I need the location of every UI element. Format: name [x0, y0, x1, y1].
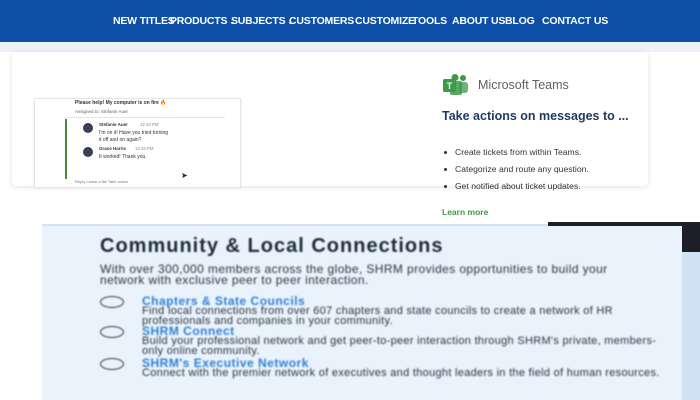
list-item: Create tickets from within Teams.	[444, 147, 589, 164]
message-text: it off and on again?	[99, 137, 142, 143]
community-intro: With over 300,000 members across the glo…	[100, 262, 608, 287]
learn-more-link[interactable]: Learn more	[442, 207, 488, 217]
community-item-desc: Connect with the premier network of exec…	[142, 367, 660, 379]
nav-tools[interactable]: TOOLS	[412, 0, 447, 42]
nav-label: CUSTOMIZE	[355, 15, 415, 27]
community-item-desc: Build your professional network and get …	[142, 335, 657, 357]
nav-blog[interactable]: BLOG	[505, 0, 535, 42]
check-circle-icon	[100, 358, 124, 370]
community-section: Community & Local Connections With over …	[42, 226, 682, 400]
message-text: It worked! Thank you.	[99, 154, 147, 160]
message-author: Stefanie Auer	[99, 122, 128, 127]
community-item-desc: Find local connections from over 607 cha…	[142, 305, 613, 327]
message-author: Grace Harris	[99, 146, 127, 151]
nav-customers[interactable]: CUSTOMERS ⌄	[289, 0, 362, 42]
teams-feature-list: Create tickets from within Teams. Catego…	[444, 147, 589, 198]
cursor-icon: ➤	[181, 171, 188, 180]
nav-new-titles[interactable]: NEW TITLES	[113, 0, 175, 42]
teams-heading: Take actions on messages to ...	[442, 109, 629, 123]
divider	[65, 117, 225, 118]
avatar	[83, 123, 93, 133]
message-time: 12:33 PM	[140, 122, 159, 127]
nav-label: CONTACT US	[542, 15, 609, 27]
nav-spacer	[0, 42, 700, 52]
nav-subjects[interactable]: SUBJECTS ⌄	[231, 0, 293, 42]
teams-chat-screenshot: Please help! My computer is on fire 🔥 As…	[34, 98, 241, 187]
message-time: 12:33 PM	[135, 146, 154, 151]
teams-brand-name: Microsoft Teams	[478, 78, 569, 92]
check-circle-icon	[100, 296, 124, 308]
nav-label: ABOUT US	[452, 15, 506, 27]
list-item: Get notified about ticket updates.	[444, 181, 589, 198]
message-text: I'm on it! Have you tried turning	[99, 130, 169, 136]
microsoft-teams-icon: T	[443, 74, 468, 95]
nav-label: BLOG	[505, 15, 535, 27]
message-actions: Reply Leave a file Take action	[75, 179, 129, 184]
nav-label: PRODUCTS	[170, 15, 228, 27]
community-title: Community & Local Connections	[100, 235, 444, 257]
nav-label: TOOLS	[412, 15, 447, 27]
nav-label: CUSTOMERS	[289, 15, 355, 27]
list-item: Categorize and route any question.	[444, 164, 589, 181]
nav-label: SUBJECTS	[231, 15, 286, 27]
avatar	[83, 147, 93, 157]
top-nav: NEW TITLES PRODUCTS ⌄ SUBJECTS ⌄ CUSTOMERS…	[0, 0, 700, 42]
chat-title: Please help! My computer is on fire 🔥	[75, 100, 167, 106]
nav-products[interactable]: PRODUCTS ⌄	[170, 0, 235, 42]
nav-about-us[interactable]: ABOUT US	[452, 0, 505, 42]
nav-label: NEW TITLES	[113, 15, 175, 27]
chat-assigned: Assigned to: Stefanie Auer	[75, 109, 129, 114]
thread-bar	[65, 119, 67, 179]
nav-customize[interactable]: CUSTOMIZE	[355, 0, 415, 42]
check-circle-icon	[100, 326, 124, 338]
nav-contact-us[interactable]: CONTACT US	[542, 0, 608, 42]
svg-text:T: T	[447, 81, 453, 91]
